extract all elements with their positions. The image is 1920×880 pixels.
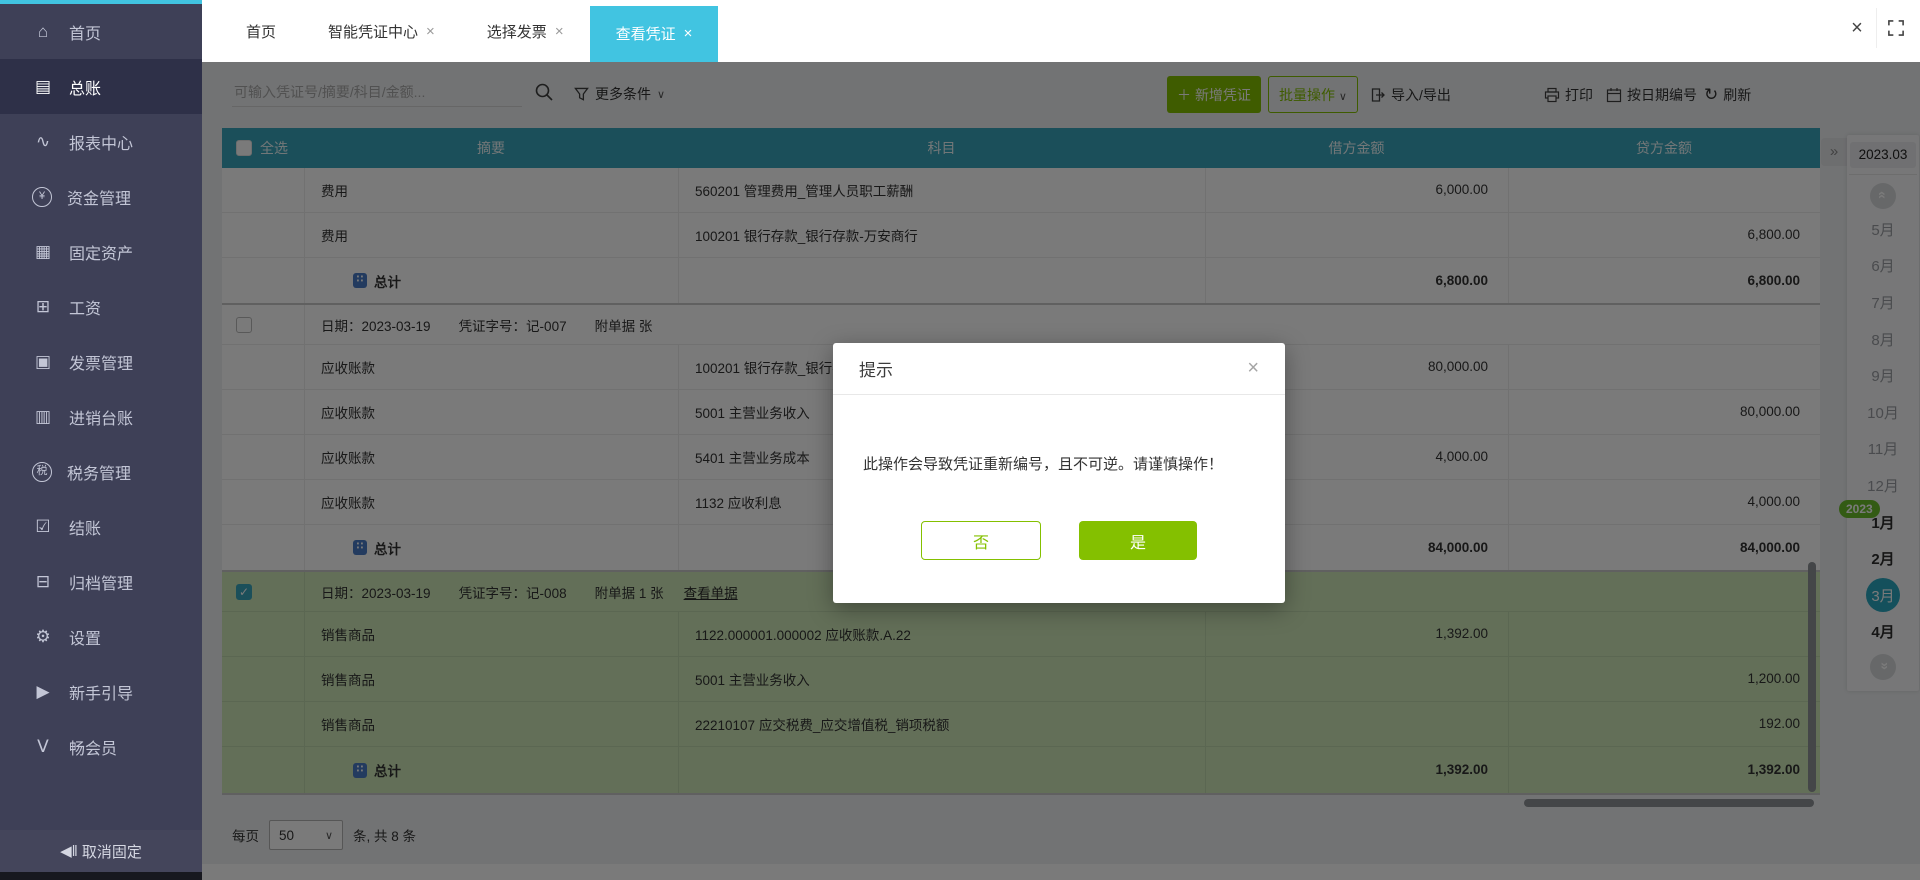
sidebar-item-general-ledger[interactable]: ▤ 总账 xyxy=(0,59,202,114)
window-close-button[interactable]: × xyxy=(1838,8,1876,48)
sidebar-item-label: 总账 xyxy=(69,80,102,98)
app-window: ⌂ 首页 ▤ 总账 ∿ 报表中心 ¥ 资金管理 ▦ 固定资产 ⊞ 工资 ▣ 发票管理 ▥ 进销台… xyxy=(0,0,1920,880)
sidebar-item-label: 畅会员 xyxy=(69,740,118,758)
sidebar-item-label: 报表中心 xyxy=(69,135,134,153)
unpin-label: 取消固定 xyxy=(81,843,142,861)
tab-bar: 首页 智能凭证中心 × 选择发票 × 查看凭证 × × xyxy=(202,0,1920,62)
money-bag-icon: ¥ xyxy=(32,186,52,207)
sidebar-item-label: 资金管理 xyxy=(67,190,132,208)
sidebar-item-label: 结账 xyxy=(69,520,102,538)
sidebar-item-label: 发票管理 xyxy=(69,355,134,373)
building-icon: ▦ xyxy=(34,241,52,261)
sidebar-item-label: 新手引导 xyxy=(69,685,134,703)
sidebar-item-invoices[interactable]: ▣ 发票管理 xyxy=(0,334,202,389)
sidebar-bottom-edge xyxy=(0,872,202,880)
sidebar-item-label: 设置 xyxy=(69,630,102,648)
sidebar-item-label: 首页 xyxy=(69,25,102,43)
dialog-message: 此操作会导致凭证重新编号，且不可逆。请谨慎操作！ xyxy=(863,456,1224,473)
play-icon: ▶ xyxy=(36,681,50,701)
sidebar-item-label: 归档管理 xyxy=(69,575,134,593)
sidebar-item-funds[interactable]: ¥ 资金管理 xyxy=(0,169,202,224)
tab-label: 选择发票 xyxy=(486,23,547,41)
window-controls: × xyxy=(1838,8,1914,48)
close-tab-icon[interactable]: × xyxy=(426,23,435,40)
close-tab-icon[interactable]: × xyxy=(684,25,693,42)
tab-home[interactable]: 首页 xyxy=(220,0,302,62)
home-icon: ⌂ xyxy=(37,21,49,41)
unpin-sidebar-button[interactable]: ◀‖ 取消固定 xyxy=(0,830,202,872)
sidebar-item-tax[interactable]: 税税务管理 xyxy=(0,444,202,499)
content-area: 更多条件 ∨ ＋ 新增凭证 批量操作 ∨ 导入/导出 打印 按日期编号 xyxy=(202,62,1920,880)
fullscreen-button[interactable] xyxy=(1876,8,1914,48)
sidebar: ⌂ 首页 ▤ 总账 ∿ 报表中心 ¥ 资金管理 ▦ 固定资产 ⊞ 工资 ▣ 发票管理 ▥ 进销台… xyxy=(0,0,202,880)
tab-smart-voucher-center[interactable]: 智能凭证中心 × xyxy=(302,0,461,62)
sidebar-item-membership[interactable]: Ⅴ 畅会员 xyxy=(0,719,202,774)
unpin-icon: ◀‖ xyxy=(60,843,78,860)
ledger-book-icon: ▥ xyxy=(34,406,52,426)
tab-label: 智能凭证中心 xyxy=(328,23,419,41)
sidebar-item-beginner-guide[interactable]: ▶ 新手引导 xyxy=(0,664,202,719)
sidebar-item-archive[interactable]: ⊟ 归档管理 xyxy=(0,554,202,609)
dialog-yes-button[interactable]: 是 xyxy=(1079,521,1197,560)
tab-select-invoice[interactable]: 选择发票 × xyxy=(461,0,590,62)
sidebar-item-settings[interactable]: ⚙ 设置 xyxy=(0,609,202,664)
tab-label: 首页 xyxy=(246,23,277,41)
ledger-icon: ▤ xyxy=(34,76,52,96)
vip-icon: Ⅴ xyxy=(37,736,49,756)
sidebar-item-label: 固定资产 xyxy=(69,245,134,263)
archive-icon: ⊟ xyxy=(35,571,51,591)
dialog-no-button[interactable]: 否 xyxy=(921,521,1041,560)
closing-icon: ☑ xyxy=(35,516,51,536)
sidebar-item-label: 税务管理 xyxy=(67,465,132,483)
fullscreen-icon xyxy=(1887,20,1904,36)
sidebar-item-home[interactable]: ⌂ 首页 xyxy=(0,4,202,59)
sidebar-item-report-center[interactable]: ∿ 报表中心 xyxy=(0,114,202,169)
sidebar-item-label: 工资 xyxy=(69,300,102,318)
confirm-dialog: 提示 × 此操作会导致凭证重新编号，且不可逆。请谨慎操作！ 否 是 xyxy=(833,343,1285,603)
dialog-header: 提示 × xyxy=(833,343,1285,395)
close-tab-icon[interactable]: × xyxy=(555,23,564,40)
invoice-icon: ▣ xyxy=(34,351,52,371)
tab-label: 查看凭证 xyxy=(615,26,676,43)
main-area: 首页 智能凭证中心 × 选择发票 × 查看凭证 × × 可输入凭证号/摘要/科目… xyxy=(202,0,1920,880)
dialog-title: 提示 xyxy=(859,361,893,380)
gear-icon: ⚙ xyxy=(35,626,51,646)
dialog-close-icon[interactable]: × xyxy=(1247,357,1259,380)
sidebar-item-fixed-assets[interactable]: ▦ 固定资产 xyxy=(0,224,202,279)
sidebar-item-label: 进销台账 xyxy=(69,410,134,428)
sidebar-item-purchase-sales[interactable]: ▥ 进销台账 xyxy=(0,389,202,444)
sidebar-item-payroll[interactable]: ⊞ 工资 xyxy=(0,279,202,334)
chart-icon: ∿ xyxy=(35,131,51,151)
dialog-buttons: 否 是 xyxy=(833,521,1285,560)
sidebar-item-closing[interactable]: ☑ 结账 xyxy=(0,499,202,554)
tab-view-voucher[interactable]: 查看凭证 × xyxy=(589,5,719,62)
tax-icon: 税 xyxy=(32,461,52,482)
payroll-icon: ⊞ xyxy=(35,296,51,316)
